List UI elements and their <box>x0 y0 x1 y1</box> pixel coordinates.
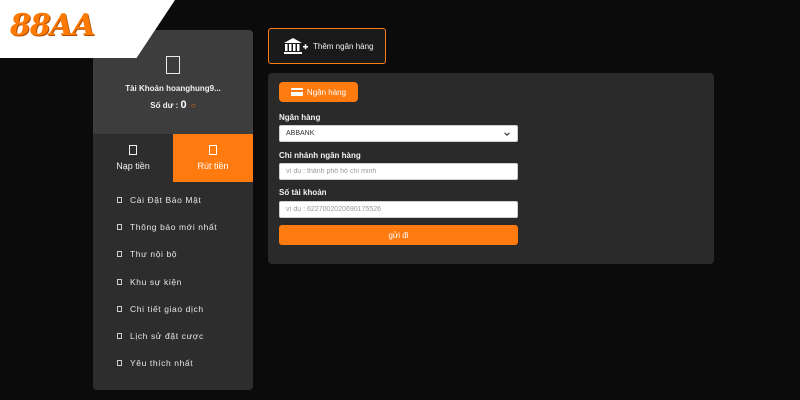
balance-amount: 0 <box>180 99 187 111</box>
add-bank-button[interactable]: Thêm ngân hàng <box>268 28 386 64</box>
deposit-icon <box>129 145 137 155</box>
brand-logo[interactable]: 88AA <box>0 0 175 58</box>
branch-field-label: Chi nhánh ngân hàng <box>279 151 361 160</box>
menu-item-icon <box>117 360 122 367</box>
sidebar-item-label: Thư nội bộ <box>130 249 178 260</box>
sidebar-item-betting-history[interactable]: Lịch sử đặt cược <box>93 322 253 349</box>
sidebar-item-events[interactable]: Khu sự kiện <box>93 268 253 295</box>
bank-form-panel: Ngân hàng Ngân hàng ABBANK Chi nhánh ngâ… <box>268 73 714 264</box>
add-bank-label: Thêm ngân hàng <box>313 41 374 51</box>
sidebar-item-label: Thông báo mới nhất <box>130 221 218 232</box>
sidebar-item-label: Chi tiết giao dịch <box>130 303 204 314</box>
tab-withdraw-label: Rút tiền <box>197 161 229 171</box>
menu-item-icon <box>117 278 122 285</box>
tab-deposit[interactable]: Nạp tiền <box>93 134 173 182</box>
balance-label: Số dư : <box>150 101 179 110</box>
bank-add-icon <box>284 38 308 54</box>
sidebar-item-security-settings[interactable]: Cài Đặt Bảo Mật <box>93 186 253 213</box>
sidebar-item-favorites[interactable]: Yêu thích nhất <box>93 350 253 377</box>
bank-tab-label: Ngân hàng <box>306 87 347 97</box>
sidebar-menu: Cài Đặt Bảo Mật Thông báo mới nhất Thư n… <box>93 182 253 377</box>
bank-tab-pill[interactable]: Ngân hàng <box>279 82 358 102</box>
tab-withdraw[interactable]: Rút tiền <box>173 134 253 182</box>
menu-item-icon <box>117 251 122 258</box>
sidebar-item-label: Yêu thích nhất <box>130 358 194 369</box>
currency-icon: ○ <box>190 101 196 110</box>
sidebar-item-internal-mail[interactable]: Thư nội bộ <box>93 241 253 268</box>
account-sidebar: Tài Khoản hoanghung9... Số dư : 0 ○ Nạp … <box>93 30 253 390</box>
balance-line: Số dư : 0 ○ <box>150 99 195 111</box>
bank-select-value: ABBANK <box>286 130 315 137</box>
menu-item-icon <box>117 196 122 203</box>
menu-item-icon <box>117 305 122 312</box>
branch-input[interactable] <box>279 163 518 180</box>
bank-select-label: Ngân hàng <box>279 113 321 122</box>
sidebar-item-label: Cài Đặt Bảo Mật <box>130 194 202 205</box>
sidebar-item-transaction-details[interactable]: Chi tiết giao dịch <box>93 295 253 322</box>
menu-item-icon <box>117 223 122 230</box>
submit-button[interactable]: gửi đi <box>279 225 518 245</box>
card-icon <box>290 88 303 96</box>
withdraw-icon <box>209 145 217 155</box>
bank-select[interactable]: ABBANK <box>279 125 518 142</box>
account-number-label: Số tài khoản <box>279 188 327 197</box>
menu-item-icon <box>117 333 122 340</box>
funds-tabs: Nạp tiền Rút tiền <box>93 134 253 182</box>
tab-deposit-label: Nạp tiền <box>116 161 150 171</box>
phone-icon <box>166 56 180 74</box>
sidebar-item-latest-notifications[interactable]: Thông báo mới nhất <box>93 213 253 240</box>
account-number-input[interactable] <box>279 201 518 218</box>
chevron-down-icon <box>504 131 510 136</box>
sidebar-item-label: Khu sự kiện <box>130 276 182 287</box>
sidebar-item-label: Lịch sử đặt cược <box>130 331 204 342</box>
account-name: Tài Khoản hoanghung9... <box>125 84 221 93</box>
logo-text: 88AA <box>10 8 95 43</box>
